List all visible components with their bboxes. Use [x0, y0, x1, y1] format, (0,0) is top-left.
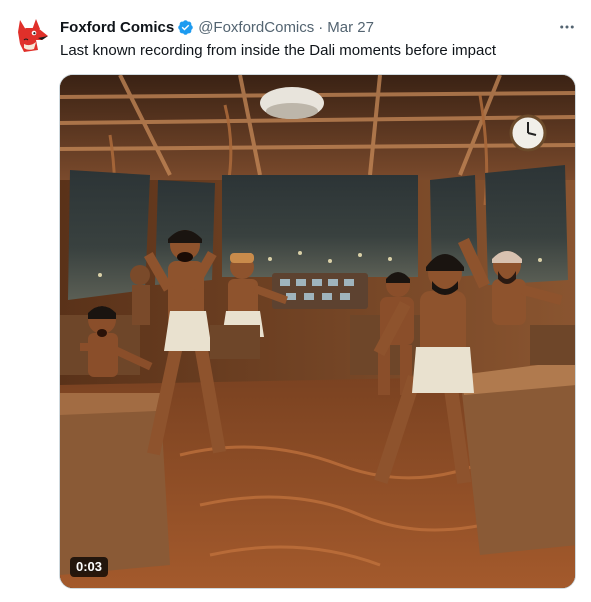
video-duration-badge: 0:03	[70, 557, 109, 577]
separator-dot: ·	[318, 18, 324, 36]
author-name[interactable]: Foxford Comics	[60, 19, 174, 36]
video-player[interactable]: 0:03	[59, 74, 576, 589]
avatar[interactable]	[12, 16, 52, 56]
tweet-header: Foxford Comics @FoxfordComics · Mar 27	[60, 17, 575, 37]
verified-badge-icon[interactable]	[177, 19, 194, 36]
more-options-icon	[560, 25, 574, 29]
fox-logo-icon	[18, 19, 48, 52]
tweet-text: Last known recording from inside the Dal…	[60, 42, 497, 59]
tweet-date[interactable]: Mar 27	[327, 19, 374, 36]
more-options-button[interactable]	[557, 17, 577, 37]
video-thumbnail	[60, 75, 575, 588]
author-handle[interactable]: @FoxfordComics	[198, 19, 314, 36]
tweet[interactable]: Foxford Comics @FoxfordComics · Mar 27 L…	[0, 0, 591, 602]
